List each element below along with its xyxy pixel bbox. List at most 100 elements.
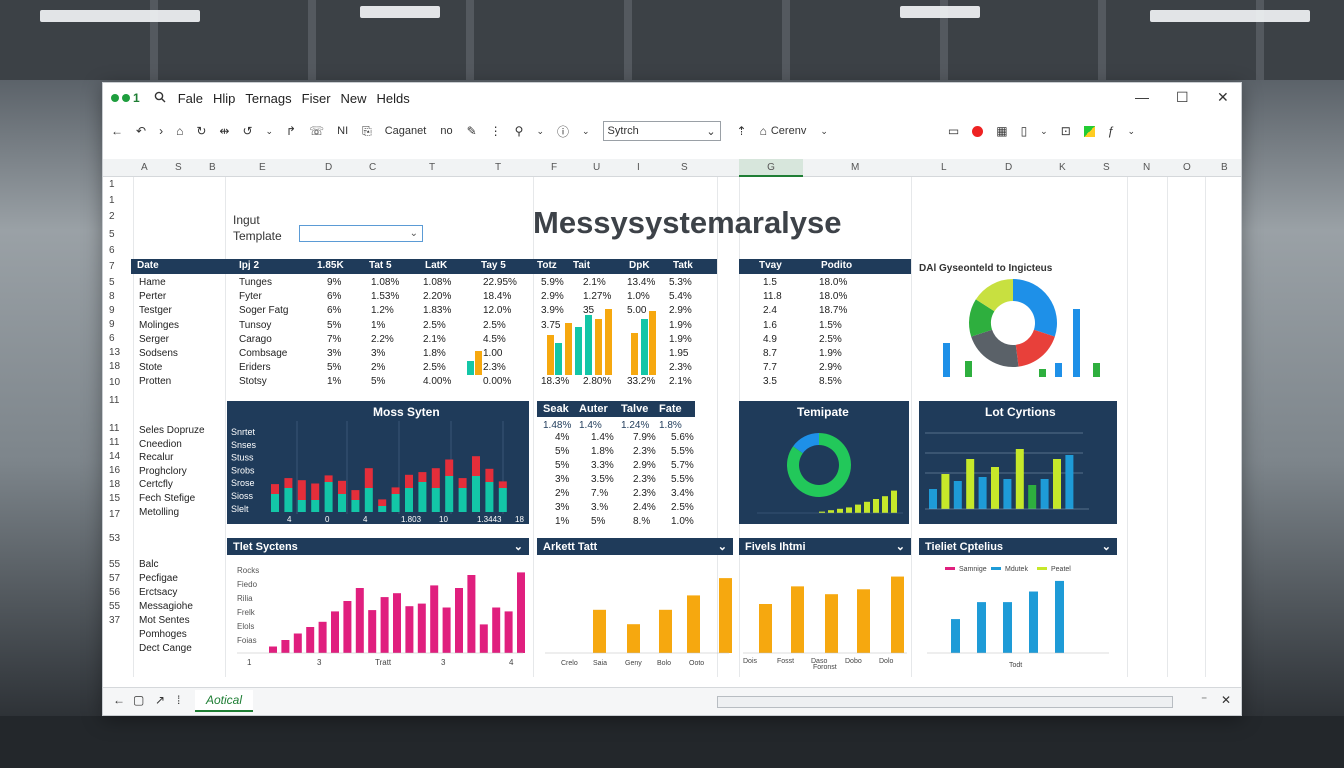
row-number[interactable]: 16 [109, 465, 120, 476]
column-header[interactable]: S [175, 162, 182, 173]
row-number[interactable]: 11 [109, 437, 119, 448]
column-header[interactable]: S [681, 162, 688, 173]
row-number[interactable]: 55 [109, 559, 120, 570]
close-button[interactable]: ✕ [1217, 89, 1229, 106]
column-header[interactable]: T [429, 162, 435, 173]
chevron-down-icon[interactable]: ⌄ [820, 126, 828, 137]
column-header[interactable]: B [1221, 162, 1228, 173]
minimize-button[interactable]: — [1135, 89, 1149, 105]
redo-icon[interactable]: › [159, 124, 163, 138]
horizontal-scrollbar[interactable] [717, 696, 1173, 708]
row-number[interactable]: 10 [109, 377, 120, 388]
toolbar-label-ni[interactable]: NI [337, 125, 348, 137]
column-header[interactable]: O [1183, 162, 1191, 173]
function-icon[interactable]: ƒ [1108, 124, 1115, 138]
column-header[interactable]: E [259, 162, 266, 173]
more-icon[interactable]: ⋮ [490, 124, 502, 138]
chevron-down-icon[interactable]: ⌄ [536, 126, 544, 137]
comment-icon[interactable]: ▭ [948, 124, 959, 138]
row-number[interactable]: 1 [109, 179, 115, 190]
chart-header[interactable]: Arkett Tatt ⌄ [537, 538, 733, 555]
column-header[interactable]: K [1059, 162, 1066, 173]
color-icon[interactable] [1083, 125, 1095, 137]
chart-header[interactable]: Tieliet Cptelius ⌄ [919, 538, 1117, 555]
back-arrow-icon[interactable]: ← [113, 693, 125, 707]
column-header[interactable]: I [637, 162, 640, 173]
search-icon[interactable] [154, 91, 166, 106]
row-number[interactable]: 55 [109, 601, 120, 612]
row-number[interactable]: 53 [109, 533, 120, 544]
template-dropdown[interactable]: ⌄ [299, 225, 423, 242]
home-icon[interactable]: ⌂ [760, 124, 767, 138]
row-number[interactable]: 57 [109, 573, 120, 584]
row-number[interactable]: 5 [109, 277, 115, 288]
column-header[interactable]: C [369, 162, 376, 173]
row-number[interactable]: 37 [109, 615, 120, 626]
info-icon[interactable]: ⓘ [557, 123, 569, 140]
menu-terms[interactable]: Ternags [245, 91, 291, 106]
pen-icon[interactable]: ↗ [155, 693, 165, 707]
column-header[interactable]: D [1005, 162, 1012, 173]
chevron-down-icon[interactable]: ⌄ [266, 126, 274, 137]
row-number[interactable]: 7 [109, 261, 115, 272]
row-number[interactable]: 9 [109, 305, 115, 316]
undo-icon[interactable]: ↶ [136, 124, 146, 138]
record-icon[interactable] [972, 125, 984, 137]
split-icon[interactable]: ⁞ [177, 693, 180, 707]
dash-icon[interactable]: ⁻ [1201, 693, 1207, 707]
column-header[interactable]: S [1103, 162, 1110, 173]
row-number[interactable]: 5 [109, 229, 115, 240]
sort-icon[interactable]: ⇡ [737, 124, 747, 138]
home-icon[interactable]: ⌂ [176, 124, 183, 138]
loop-icon[interactable]: ↺ [242, 124, 252, 138]
menu-help[interactable]: Hlip [213, 91, 235, 106]
row-number[interactable]: 6 [109, 245, 115, 256]
chevron-down-icon[interactable]: ⌄ [582, 126, 590, 137]
sheet-tab[interactable]: Aotical [195, 690, 253, 712]
row-number[interactable]: 18 [109, 479, 120, 490]
back-arrow-icon[interactable]: ← [111, 124, 123, 138]
column-header[interactable]: T [495, 162, 501, 173]
row-number[interactable]: 14 [109, 451, 120, 462]
toolbar-label-caganet[interactable]: Caganet [385, 125, 427, 137]
toolbar-label-cerenv[interactable]: Cerenv [771, 125, 806, 137]
row-number[interactable]: 8 [109, 291, 115, 302]
column-header[interactable]: M [851, 162, 859, 173]
refresh-icon[interactable]: ↻ [196, 124, 206, 138]
menu-helds[interactable]: Helds [377, 91, 410, 106]
row-number[interactable]: 13 [109, 347, 120, 358]
column-header[interactable]: N [1143, 162, 1150, 173]
code-icon[interactable]: ⇹ [219, 124, 229, 138]
row-number[interactable]: 1 [109, 195, 115, 206]
column-header[interactable]: A [141, 162, 148, 173]
column-header[interactable]: L [941, 162, 947, 173]
row-number[interactable]: 17 [109, 509, 120, 520]
close-icon[interactable]: ✕ [1221, 693, 1231, 707]
arrow-up-icon[interactable]: ↱ [286, 124, 296, 138]
image-icon[interactable]: ⊡ [1061, 124, 1071, 138]
column-header[interactable]: D [325, 162, 332, 173]
column-header-selected[interactable]: G [739, 159, 803, 177]
maximize-button[interactable]: ☐ [1176, 89, 1189, 106]
chevron-down-icon[interactable]: ⌄ [1040, 126, 1048, 137]
column-header[interactable]: B [209, 162, 216, 173]
chevron-down-icon[interactable]: ⌄ [1127, 126, 1135, 137]
row-number[interactable]: 15 [109, 493, 120, 504]
menu-file[interactable]: Fale [178, 91, 203, 106]
comment-icon[interactable]: ▢ [133, 693, 144, 707]
menu-filter[interactable]: Fiser [302, 91, 331, 106]
row-number[interactable]: 2 [109, 211, 115, 222]
column-header[interactable]: U [593, 162, 600, 173]
row-number[interactable]: 9 [109, 319, 115, 330]
zoom-icon[interactable]: ⚲ [515, 124, 524, 138]
menu-new[interactable]: New [341, 91, 367, 106]
toolbar-label-no[interactable]: no [440, 125, 452, 137]
chart-header[interactable]: Fivels Ihtmi ⌄ [739, 538, 911, 555]
format-icon[interactable]: ⎘ [362, 124, 372, 139]
row-number[interactable]: 6 [109, 333, 115, 344]
row-number[interactable]: 56 [109, 587, 120, 598]
row-number[interactable]: 11 [109, 423, 119, 434]
page-icon[interactable]: ▯ [1021, 124, 1028, 138]
column-header[interactable]: F [551, 162, 557, 173]
pen-icon[interactable]: ✎ [467, 124, 477, 138]
